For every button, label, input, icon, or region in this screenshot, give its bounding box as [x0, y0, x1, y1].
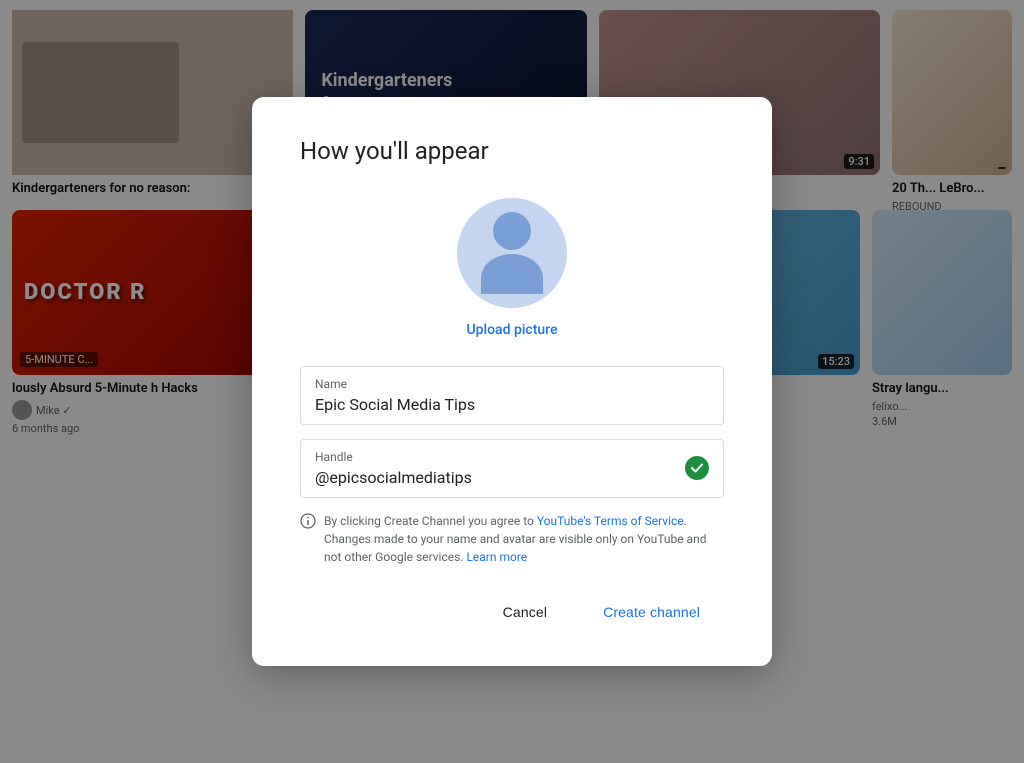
handle-check-icon: [685, 456, 709, 480]
legal-text-section: By clicking Create Channel you agree to …: [300, 512, 724, 566]
tos-link[interactable]: YouTube's Terms of Service: [537, 514, 684, 528]
legal-text-1: By clicking Create Channel you agree to: [324, 514, 537, 528]
cancel-button[interactable]: Cancel: [479, 594, 571, 630]
handle-value: @epicsocialmediatips: [315, 468, 472, 487]
handle-field[interactable]: Handle @epicsocialmediatips: [300, 439, 724, 498]
handle-field-content: Handle @epicsocialmediatips: [315, 450, 472, 487]
avatar-body: [481, 254, 543, 294]
avatar-head: [493, 212, 531, 250]
modal-dialog: How you'll appear Upload picture Name Ep…: [252, 97, 772, 666]
upload-picture-link[interactable]: Upload picture: [467, 322, 558, 338]
learn-more-link[interactable]: Learn more: [466, 550, 527, 564]
info-icon: [300, 513, 316, 534]
name-field[interactable]: Name Epic Social Media Tips: [300, 366, 724, 425]
handle-field-inner: Handle @epicsocialmediatips: [315, 450, 709, 487]
modal-actions: Cancel Create channel: [300, 594, 724, 630]
name-value: Epic Social Media Tips: [315, 395, 709, 414]
modal-title: How you'll appear: [300, 137, 724, 166]
modal-backdrop: How you'll appear Upload picture Name Ep…: [0, 0, 1024, 763]
avatar-circle: [457, 198, 567, 308]
checkmark-svg: [690, 461, 704, 475]
handle-label: Handle: [315, 450, 472, 464]
avatar-person: [481, 212, 543, 294]
avatar-section: Upload picture: [300, 198, 724, 338]
name-label: Name: [315, 377, 709, 391]
create-channel-button[interactable]: Create channel: [579, 594, 724, 630]
legal-text-content: By clicking Create Channel you agree to …: [324, 512, 724, 566]
